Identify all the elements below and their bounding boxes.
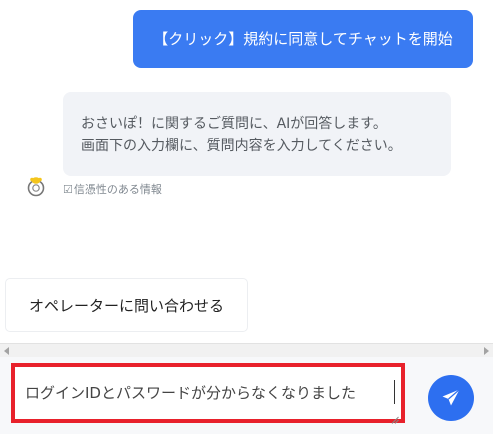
chat-messages-area[interactable]: 【クリック】規約に同意してチャットを開始 おさいぽ！に関するご質問に、AIが回答… — [0, 0, 493, 343]
horizontal-scrollbar[interactable] — [0, 343, 493, 357]
resize-handle-icon[interactable] — [391, 409, 399, 424]
input-highlight-box: ログインIDとパスワードが分からなくなりました — [11, 363, 405, 424]
scroll-right-arrow-icon[interactable] — [484, 347, 489, 355]
bot-message-line: 画面下の入力欄に、質問内容を入力してください。 — [81, 138, 402, 154]
chat-widget: 【クリック】規約に同意してチャットを開始 おさいぽ！に関するご質問に、AIが回答… — [0, 0, 493, 434]
bot-avatar-icon — [26, 175, 46, 197]
paper-plane-icon — [442, 389, 460, 406]
message-input[interactable]: ログインIDとパスワードが分からなくなりました — [19, 371, 397, 415]
message-input-bar: ログインIDとパスワードが分からなくなりました — [0, 357, 493, 434]
trust-note-text: 信憑性のある情報 — [73, 183, 162, 196]
bot-message-bubble: おさいぽ！に関するご質問に、AIが回答します。 画面下の入力欄に、質問内容を入力… — [63, 92, 451, 176]
text-caret — [394, 380, 395, 404]
send-button[interactable] — [428, 375, 474, 421]
trust-note: ☑信憑性のある情報 — [63, 181, 162, 197]
contact-operator-button[interactable]: オペレーターに問い合わせる — [5, 278, 248, 332]
scroll-left-arrow-icon[interactable] — [4, 347, 9, 355]
user-message-bubble[interactable]: 【クリック】規約に同意してチャットを開始 — [133, 10, 473, 68]
bot-message-line: おさいぽ！に関するご質問に、AIが回答します。 — [81, 116, 387, 132]
checkbox-icon: ☑ — [63, 183, 73, 196]
